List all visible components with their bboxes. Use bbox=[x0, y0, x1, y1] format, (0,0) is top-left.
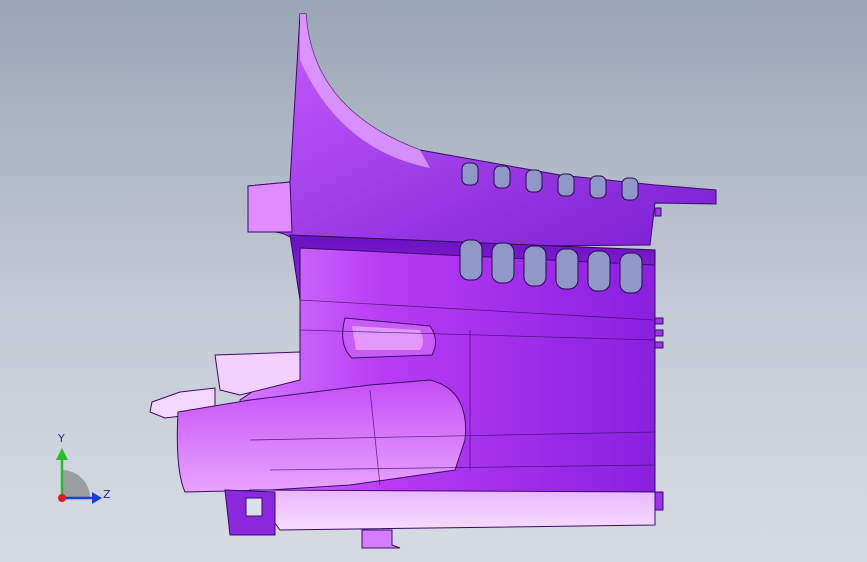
foot-window bbox=[245, 497, 263, 517]
left-tab bbox=[247, 181, 293, 233]
bottom-skirt bbox=[248, 489, 656, 531]
right-ribs bbox=[654, 207, 664, 511]
orientation-triad: Y Z bbox=[56, 432, 111, 504]
part-model[interactable] bbox=[0, 0, 867, 562]
cad-viewport[interactable]: Y Z bbox=[0, 0, 867, 562]
y-arrow-icon bbox=[56, 448, 68, 460]
bottom-tab bbox=[361, 529, 401, 549]
upper-fin bbox=[247, 13, 717, 249]
z-axis-label: Z bbox=[103, 488, 111, 501]
x-axis-dot-icon bbox=[58, 494, 66, 502]
triad-quadrant bbox=[62, 470, 90, 498]
y-axis-label: Y bbox=[57, 432, 65, 445]
z-arrow-icon bbox=[92, 492, 102, 504]
